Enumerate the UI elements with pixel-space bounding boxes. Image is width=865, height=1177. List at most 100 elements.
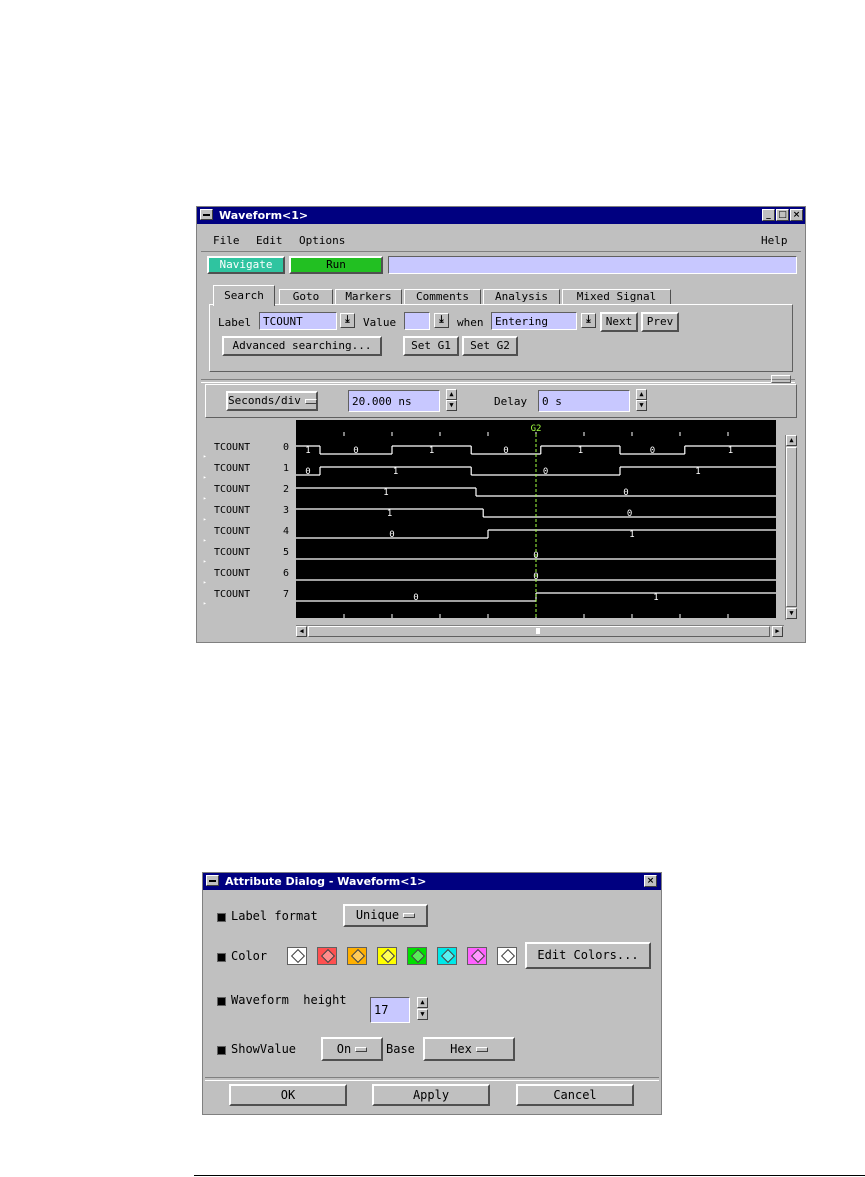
diamond-icon [380, 948, 396, 964]
color-swatch[interactable] [317, 947, 337, 965]
advanced-searching-button[interactable]: Advanced searching... [222, 336, 382, 356]
seconds-div-field[interactable]: 20.000 ns [348, 390, 440, 412]
diamond-icon [290, 948, 306, 964]
dropdown-icon [475, 1047, 488, 1052]
signal-bit: 3 [283, 505, 290, 516]
delay-up-icon[interactable]: ▲ [636, 389, 647, 400]
attribute-titlebar: Attribute Dialog - Waveform<1> × [203, 873, 661, 890]
attribute-dialog: Attribute Dialog - Waveform<1> × Label f… [202, 872, 662, 1115]
close-icon[interactable]: × [644, 875, 657, 887]
set-g2-button[interactable]: Set G2 [462, 336, 518, 356]
menu-file[interactable]: File [213, 234, 240, 247]
color-swatch[interactable] [377, 947, 397, 965]
value-field[interactable] [404, 312, 430, 330]
base-dropdown[interactable]: Hex [423, 1037, 515, 1061]
color-checkbox[interactable] [217, 953, 226, 962]
waveform-height-checkbox[interactable] [217, 997, 226, 1006]
prev-button[interactable]: Prev [641, 312, 679, 332]
delay-down-icon[interactable]: ▼ [636, 400, 647, 411]
navigate-button[interactable]: Navigate [207, 256, 285, 274]
color-swatch[interactable] [407, 947, 427, 965]
signal-name: TCOUNT [214, 442, 251, 453]
cancel-button[interactable]: Cancel [516, 1084, 634, 1106]
ok-button[interactable]: OK [229, 1084, 347, 1106]
showvalue-dropdown[interactable]: On [321, 1037, 383, 1061]
label-dropdown-icon[interactable]: ⤓ [340, 313, 355, 328]
page-rule [194, 1175, 865, 1176]
signal-name: TCOUNT [214, 526, 251, 537]
when-field[interactable]: Entering [491, 312, 577, 330]
horizontal-scrollbar[interactable]: ◀ ▶ [296, 625, 784, 637]
close-icon[interactable]: × [790, 209, 803, 221]
vertical-scrollbar[interactable]: ▲ ▼ [785, 435, 797, 620]
dropdown-icon [304, 398, 317, 404]
set-g1-button[interactable]: Set G1 [403, 336, 459, 356]
timebase-bar: Seconds/div 20.000 ns ▲ ▼ Delay 0 s ▲ ▼ [205, 384, 797, 418]
tab-goto[interactable]: Goto [279, 289, 333, 305]
row-marker-icon: ▸ [203, 495, 207, 502]
wave-value: 1 [728, 446, 733, 456]
next-button[interactable]: Next [600, 312, 638, 332]
tab-analysis[interactable]: Analysis [483, 289, 560, 305]
menu-edit[interactable]: Edit [256, 234, 283, 247]
maximize-icon[interactable]: □ [776, 209, 789, 221]
wave-value: 0 [389, 530, 394, 540]
waveform-height-field[interactable]: 17 [370, 997, 410, 1023]
color-swatch[interactable] [287, 947, 307, 965]
color-swatch[interactable] [437, 947, 457, 965]
signal-name: TCOUNT [214, 589, 251, 600]
value-dropdown-icon[interactable]: ⤓ [434, 313, 449, 328]
diamond-icon [500, 948, 516, 964]
tab-mixed-signal[interactable]: Mixed Signal [562, 289, 671, 305]
wave-value: 0 [623, 488, 628, 498]
signal-bit: 6 [283, 568, 290, 579]
diamond-icon [440, 948, 456, 964]
delay-field[interactable]: 0 s [538, 390, 630, 412]
height-down-icon[interactable]: ▼ [417, 1009, 428, 1020]
seconds-down-icon[interactable]: ▼ [446, 400, 457, 411]
showvalue-label: ShowValue [231, 1042, 297, 1056]
color-swatch[interactable] [497, 947, 517, 965]
scroll-thumb[interactable] [786, 447, 797, 607]
height-up-icon[interactable]: ▲ [417, 997, 428, 1008]
signal-bit: 7 [283, 589, 290, 600]
scroll-right-icon[interactable]: ▶ [772, 626, 783, 637]
waveform-height-label: Waveform height [231, 993, 347, 1007]
color-swatch[interactable] [347, 947, 367, 965]
minimize-icon[interactable]: _ [762, 209, 775, 221]
window-menu-icon[interactable] [206, 875, 219, 886]
seconds-up-icon[interactable]: ▲ [446, 389, 457, 400]
label-format-checkbox[interactable] [217, 913, 226, 922]
scroll-down-icon[interactable]: ▼ [786, 608, 797, 619]
label-format-dropdown[interactable]: Unique [343, 904, 428, 927]
wave-value: 0 [543, 467, 548, 477]
showvalue-checkbox[interactable] [217, 1046, 226, 1055]
showvalue-value: On [336, 1042, 352, 1056]
search-panel: Label TCOUNT ⤓ Value ⤓ when Entering ⤓ N… [209, 304, 793, 372]
wave-value: 1 [387, 509, 392, 519]
apply-button[interactable]: Apply [372, 1084, 490, 1106]
splitter-handle[interactable] [771, 375, 791, 383]
tab-markers[interactable]: Markers [335, 289, 402, 305]
base-value: Hex [450, 1042, 472, 1056]
diamond-icon [470, 948, 486, 964]
scroll-left-icon[interactable]: ◀ [296, 626, 307, 637]
color-swatch[interactable] [467, 947, 487, 965]
delay-label: Delay [494, 395, 528, 408]
menu-help[interactable]: Help [761, 234, 788, 247]
window-menu-icon[interactable] [200, 209, 213, 220]
run-button[interactable]: Run [289, 256, 383, 274]
label-format-value: Unique [355, 908, 400, 922]
seconds-div-dropdown[interactable]: Seconds/div [226, 391, 318, 411]
scroll-up-icon[interactable]: ▲ [786, 435, 797, 446]
when-dropdown-icon[interactable]: ⤓ [581, 313, 596, 328]
label-field[interactable]: TCOUNT [259, 312, 337, 330]
menu-options[interactable]: Options [299, 234, 345, 247]
edit-colors-button[interactable]: Edit Colors... [525, 942, 651, 969]
diamond-icon [320, 948, 336, 964]
row-marker-icon: ▸ [203, 516, 207, 523]
tab-search[interactable]: Search [213, 285, 275, 306]
waveform-display[interactable]: 101010101011010010001G2 [296, 420, 778, 618]
signal-bit: 4 [283, 526, 290, 537]
tab-comments[interactable]: Comments [404, 289, 481, 305]
